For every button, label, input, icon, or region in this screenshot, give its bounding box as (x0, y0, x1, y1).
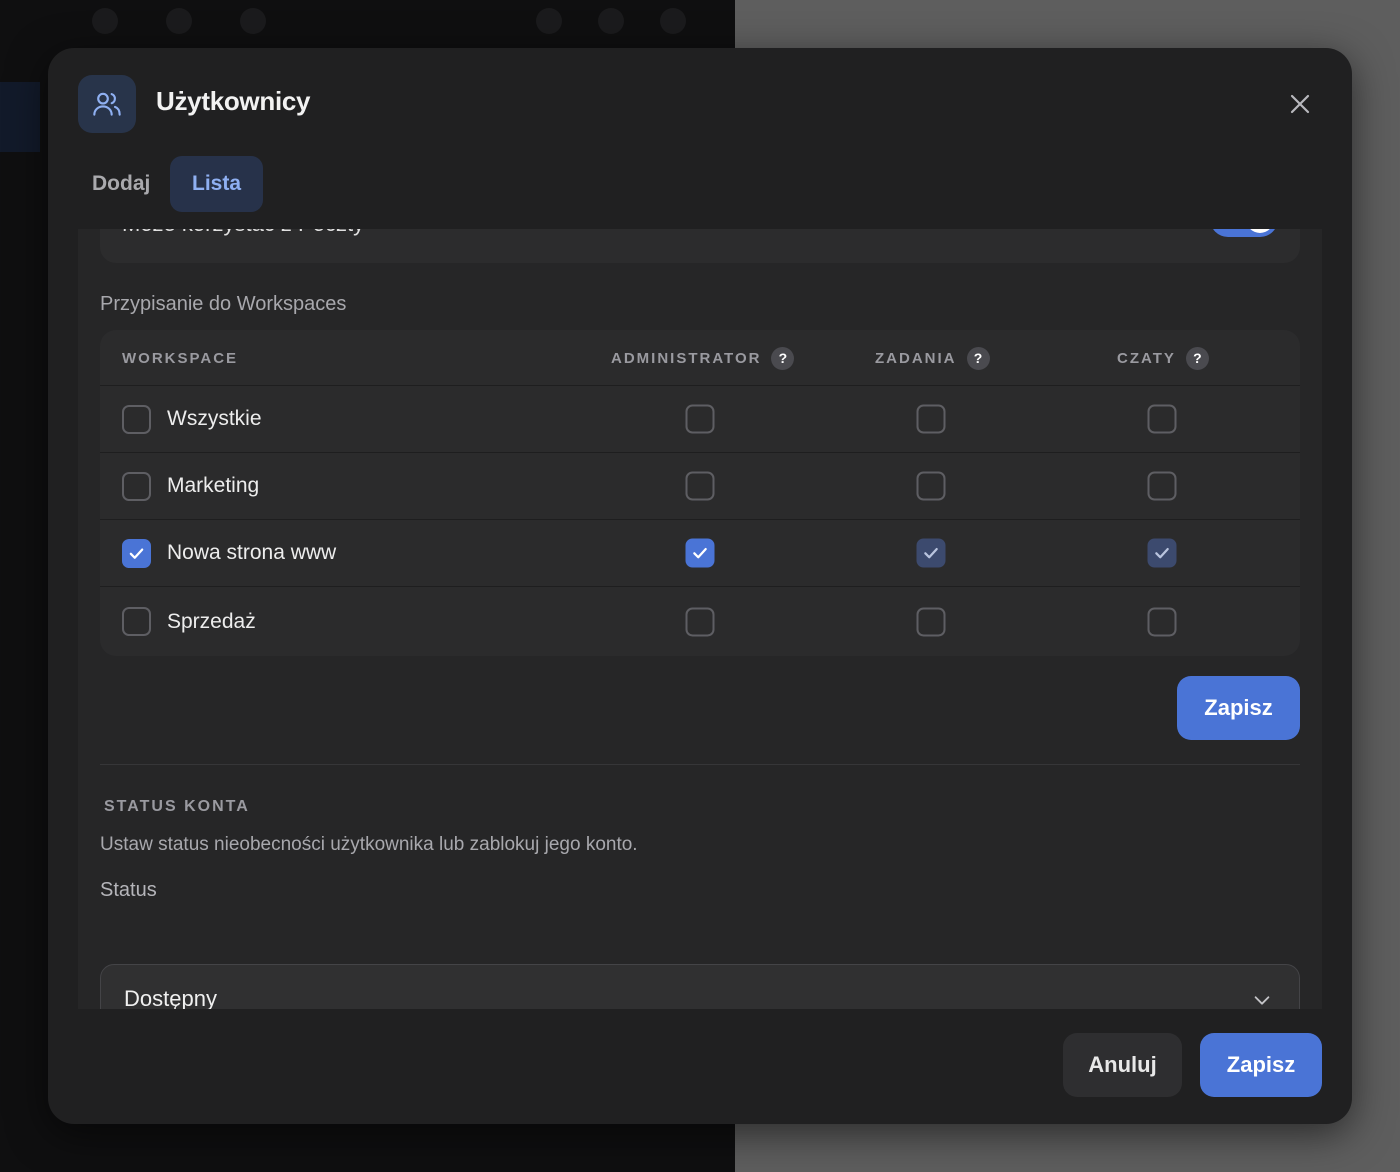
backdrop-icon (92, 8, 118, 34)
workspace-checkbox[interactable] (122, 404, 151, 434)
column-workspace: WORKSPACE (122, 349, 239, 367)
table-header: WORKSPACE ADMINISTRATOR ? ZADANIA ? CZAT… (100, 330, 1300, 386)
modal-title: Użytkownicy (156, 86, 311, 116)
workspace-cell: Marketing (122, 453, 259, 519)
backdrop-icon (166, 8, 192, 34)
workspaces-section-label: Przypisanie do Workspaces (100, 293, 347, 315)
czaty-help-icon[interactable]: ? (1185, 346, 1209, 370)
backdrop-icon (240, 8, 266, 34)
table-row: Marketing (100, 453, 1300, 520)
column-czaty-label: CZATY (1117, 349, 1176, 367)
workspaces-table: WORKSPACE ADMINISTRATOR ? ZADANIA ? CZAT… (100, 330, 1300, 656)
zadania-checkbox[interactable] (916, 404, 946, 434)
backdrop-icon (598, 8, 624, 34)
checkmark-icon (693, 547, 707, 559)
section-divider (100, 764, 1300, 765)
workspace-cell: Nowa strona www (122, 520, 336, 586)
status-select-value: Dostępny (124, 986, 217, 1009)
checkmark-icon (1155, 547, 1169, 559)
account-status-description: Ustaw status nieobecności użytkownika lu… (100, 834, 638, 855)
workspace-cell: Wszystkie (122, 386, 262, 452)
status-select[interactable]: Dostępny (100, 964, 1300, 1009)
workspace-name: Sprzedaż (167, 609, 256, 633)
mail-permission-toggle[interactable] (1210, 229, 1278, 237)
administrator-checkbox[interactable] (685, 471, 715, 501)
toggle-knob (1246, 229, 1274, 233)
zadania-checkbox[interactable] (916, 607, 946, 636)
tab-dodaj[interactable]: Dodaj (70, 156, 172, 212)
table-row: Sprzedaż (100, 588, 1300, 655)
column-administrator: ADMINISTRATOR ? (611, 330, 795, 386)
column-administrator-label: ADMINISTRATOR (611, 349, 762, 367)
save-workspaces-button[interactable]: Zapisz (1177, 676, 1300, 740)
users-icon (78, 75, 136, 133)
backdrop-sidebar-highlight (0, 82, 40, 152)
backdrop-icon (536, 8, 562, 34)
backdrop-icon (660, 8, 686, 34)
czaty-checkbox[interactable] (1147, 607, 1177, 636)
checkmark-icon (924, 547, 938, 559)
column-czaty: CZATY ? (1117, 330, 1209, 386)
administrator-checkbox[interactable] (685, 538, 715, 568)
czaty-checkbox[interactable] (1147, 471, 1177, 501)
workspace-checkbox[interactable] (122, 471, 151, 501)
administrator-checkbox[interactable] (685, 404, 715, 434)
workspace-checkbox[interactable] (122, 607, 151, 636)
mail-permission-card: Może korzystać z Poczty (100, 229, 1300, 263)
administrator-checkbox[interactable] (685, 607, 715, 636)
account-status-title: STATUS KONTA (104, 798, 250, 815)
modal-scroll-content[interactable]: Może korzystać z Poczty Przypisanie do W… (78, 229, 1322, 1009)
cancel-button[interactable]: Anuluj (1063, 1033, 1182, 1097)
chevron-down-icon (1254, 996, 1270, 1005)
czaty-checkbox[interactable] (1147, 404, 1177, 434)
status-field-label: Status (100, 879, 157, 901)
column-zadania: ZADANIA ? (875, 330, 990, 386)
zadania-help-icon[interactable]: ? (966, 346, 990, 370)
close-button[interactable] (1282, 86, 1318, 122)
checkmark-icon (129, 547, 144, 559)
workspace-name: Marketing (167, 474, 260, 497)
workspace-cell: Sprzedaż (122, 588, 256, 655)
administrator-help-icon[interactable]: ? (771, 346, 795, 370)
tab-lista[interactable]: Lista (170, 156, 264, 212)
table-row: Nowa strona www (100, 520, 1300, 587)
workspace-name: Nowa strona www (167, 541, 337, 564)
column-zadania-label: ZADANIA (875, 349, 957, 367)
mail-permission-label: Może korzystać z Poczty (122, 229, 364, 237)
workspace-checkbox[interactable] (122, 538, 151, 568)
table-row: Wszystkie (100, 386, 1300, 453)
users-modal: Użytkownicy Dodaj Lista Może korzystać z… (48, 48, 1352, 1124)
save-button[interactable]: Zapisz (1200, 1033, 1322, 1097)
czaty-checkbox[interactable] (1147, 538, 1177, 568)
zadania-checkbox[interactable] (916, 538, 946, 568)
workspace-name: Wszystkie (167, 407, 262, 430)
close-icon (1290, 94, 1310, 114)
zadania-checkbox[interactable] (916, 471, 946, 501)
